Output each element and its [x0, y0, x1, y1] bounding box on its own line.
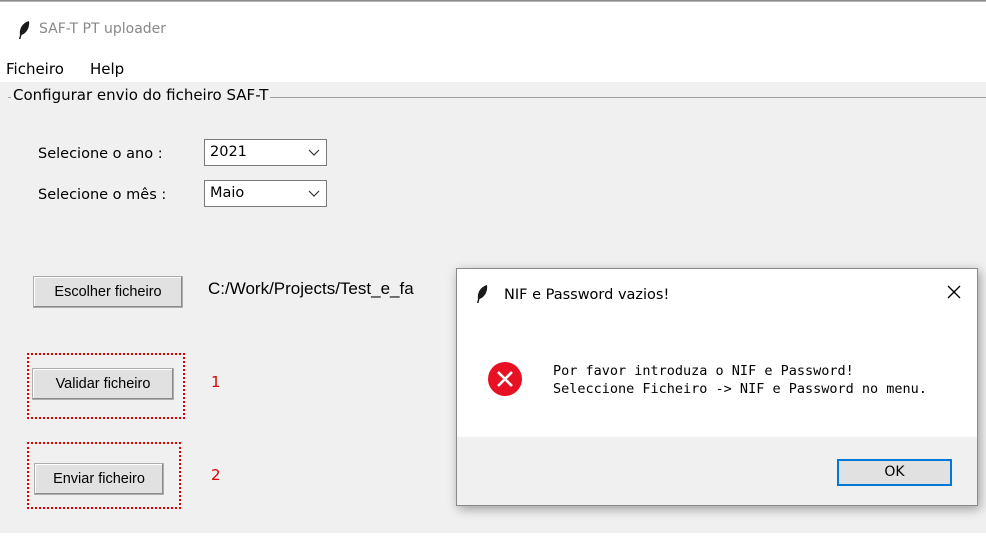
ok-button[interactable]: OK: [837, 459, 952, 486]
send-file-label: Enviar ficheiro: [53, 471, 145, 487]
dialog-message-line-2: Seleccione Ficheiro -> NIF e Password no…: [553, 381, 927, 397]
chevron-down-icon: [308, 149, 320, 156]
error-icon: [488, 362, 522, 396]
title-bar: SAF-T PT uploader: [0, 2, 986, 52]
error-dialog: NIF e Password vazios! Por favor introdu…: [456, 268, 978, 506]
month-label: Selecione o mês :: [38, 187, 167, 203]
validate-file-button[interactable]: Validar ficheiro: [32, 368, 174, 400]
month-select[interactable]: Maio: [204, 180, 327, 207]
send-file-button[interactable]: Enviar ficheiro: [34, 463, 164, 495]
chevron-down-icon: [308, 190, 320, 197]
feather-icon: [477, 285, 488, 303]
dialog-message-line-1: Por favor introduza o NIF e Password!: [553, 363, 854, 379]
file-path: C:/Work/Projects/Test_e_fa: [208, 279, 414, 298]
year-value: 2021: [210, 144, 247, 160]
step-2-label: 2: [211, 466, 221, 484]
month-value: Maio: [210, 185, 245, 201]
year-select[interactable]: 2021: [204, 139, 327, 166]
close-icon[interactable]: [941, 279, 967, 305]
menu-bar: Ficheiro Help: [0, 52, 986, 82]
config-group-title: Configurar envio do ficheiro SAF-T: [11, 86, 271, 104]
menu-help[interactable]: Help: [90, 60, 124, 78]
app-title: SAF-T PT uploader: [39, 21, 167, 37]
dialog-footer: OK: [457, 437, 977, 505]
year-label: Selecione o ano :: [38, 146, 163, 162]
choose-file-button[interactable]: Escolher ficheiro: [33, 276, 183, 308]
feather-icon: [19, 21, 30, 39]
dialog-title: NIF e Password vazios!: [504, 287, 670, 303]
step-1-label: 1: [211, 373, 221, 391]
choose-file-label: Escolher ficheiro: [54, 284, 162, 300]
validate-file-label: Validar ficheiro: [55, 376, 151, 392]
menu-ficheiro[interactable]: Ficheiro: [6, 60, 64, 78]
